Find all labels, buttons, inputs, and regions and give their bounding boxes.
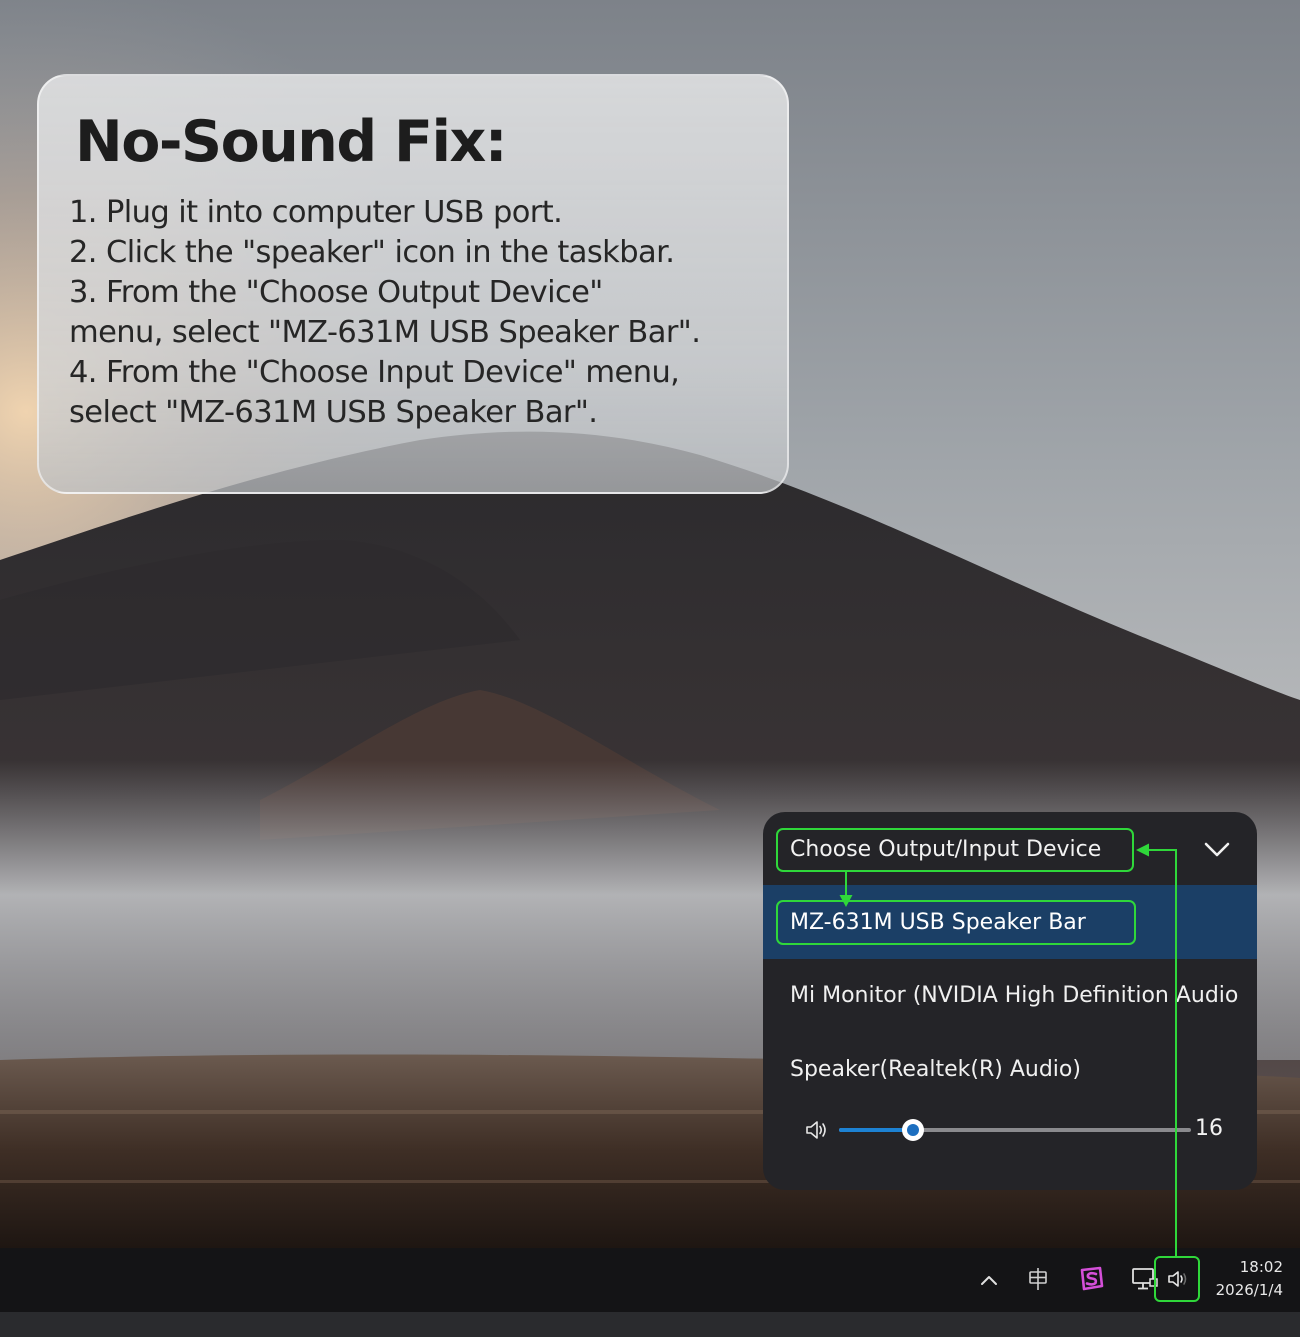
- instruction-steps: 1. Plug it into computer USB port. 2. Cl…: [69, 193, 767, 433]
- chevron-down-icon[interactable]: [1203, 838, 1231, 860]
- instruction-line: 2. Click the "speaker" icon in the taskb…: [69, 235, 675, 270]
- instruction-line: 1. Plug it into computer USB port.: [69, 195, 563, 230]
- chevron-up-icon[interactable]: [978, 1270, 1000, 1290]
- audio-device-flyout: Choose Output/Input Device MZ-631M USB S…: [763, 812, 1257, 1190]
- device-option-mi-monitor[interactable]: Mi Monitor (NVIDIA High Definition Audio: [790, 981, 1238, 1011]
- instruction-line: menu, select "MZ-631M USB Speaker Bar".: [69, 315, 701, 350]
- speaker-volume-icon[interactable]: [804, 1118, 830, 1142]
- device-option-mz631m[interactable]: MZ-631M USB Speaker Bar: [776, 900, 1136, 945]
- volume-slider-thumb[interactable]: [901, 1119, 924, 1141]
- instruction-line: select "MZ-631M USB Speaker Bar".: [69, 395, 598, 430]
- choose-device-header[interactable]: Choose Output/Input Device: [776, 828, 1134, 872]
- language-input-icon[interactable]: [1026, 1266, 1050, 1292]
- instruction-title: No-Sound Fix:: [75, 109, 508, 175]
- device-option-realtek-speaker[interactable]: Speaker(Realtek(R) Audio): [790, 1055, 1081, 1085]
- instruction-line: 4. From the "Choose Input Device" menu,: [69, 355, 680, 390]
- app-s-icon[interactable]: [1078, 1266, 1106, 1292]
- instruction-line: 3. From the "Choose Output Device": [69, 275, 603, 310]
- taskbar-clock-date[interactable]: 2026/1/4: [1205, 1281, 1283, 1299]
- instruction-card: No-Sound Fix: 1. Plug it into computer U…: [37, 74, 789, 494]
- taskbar-lower-strip: [0, 1312, 1300, 1337]
- taskbar-clock-time[interactable]: 18:02: [1205, 1258, 1283, 1276]
- volume-slider[interactable]: [839, 1119, 1191, 1141]
- volume-value: 16: [1195, 1116, 1223, 1141]
- speaker-tray-highlight[interactable]: [1154, 1256, 1200, 1302]
